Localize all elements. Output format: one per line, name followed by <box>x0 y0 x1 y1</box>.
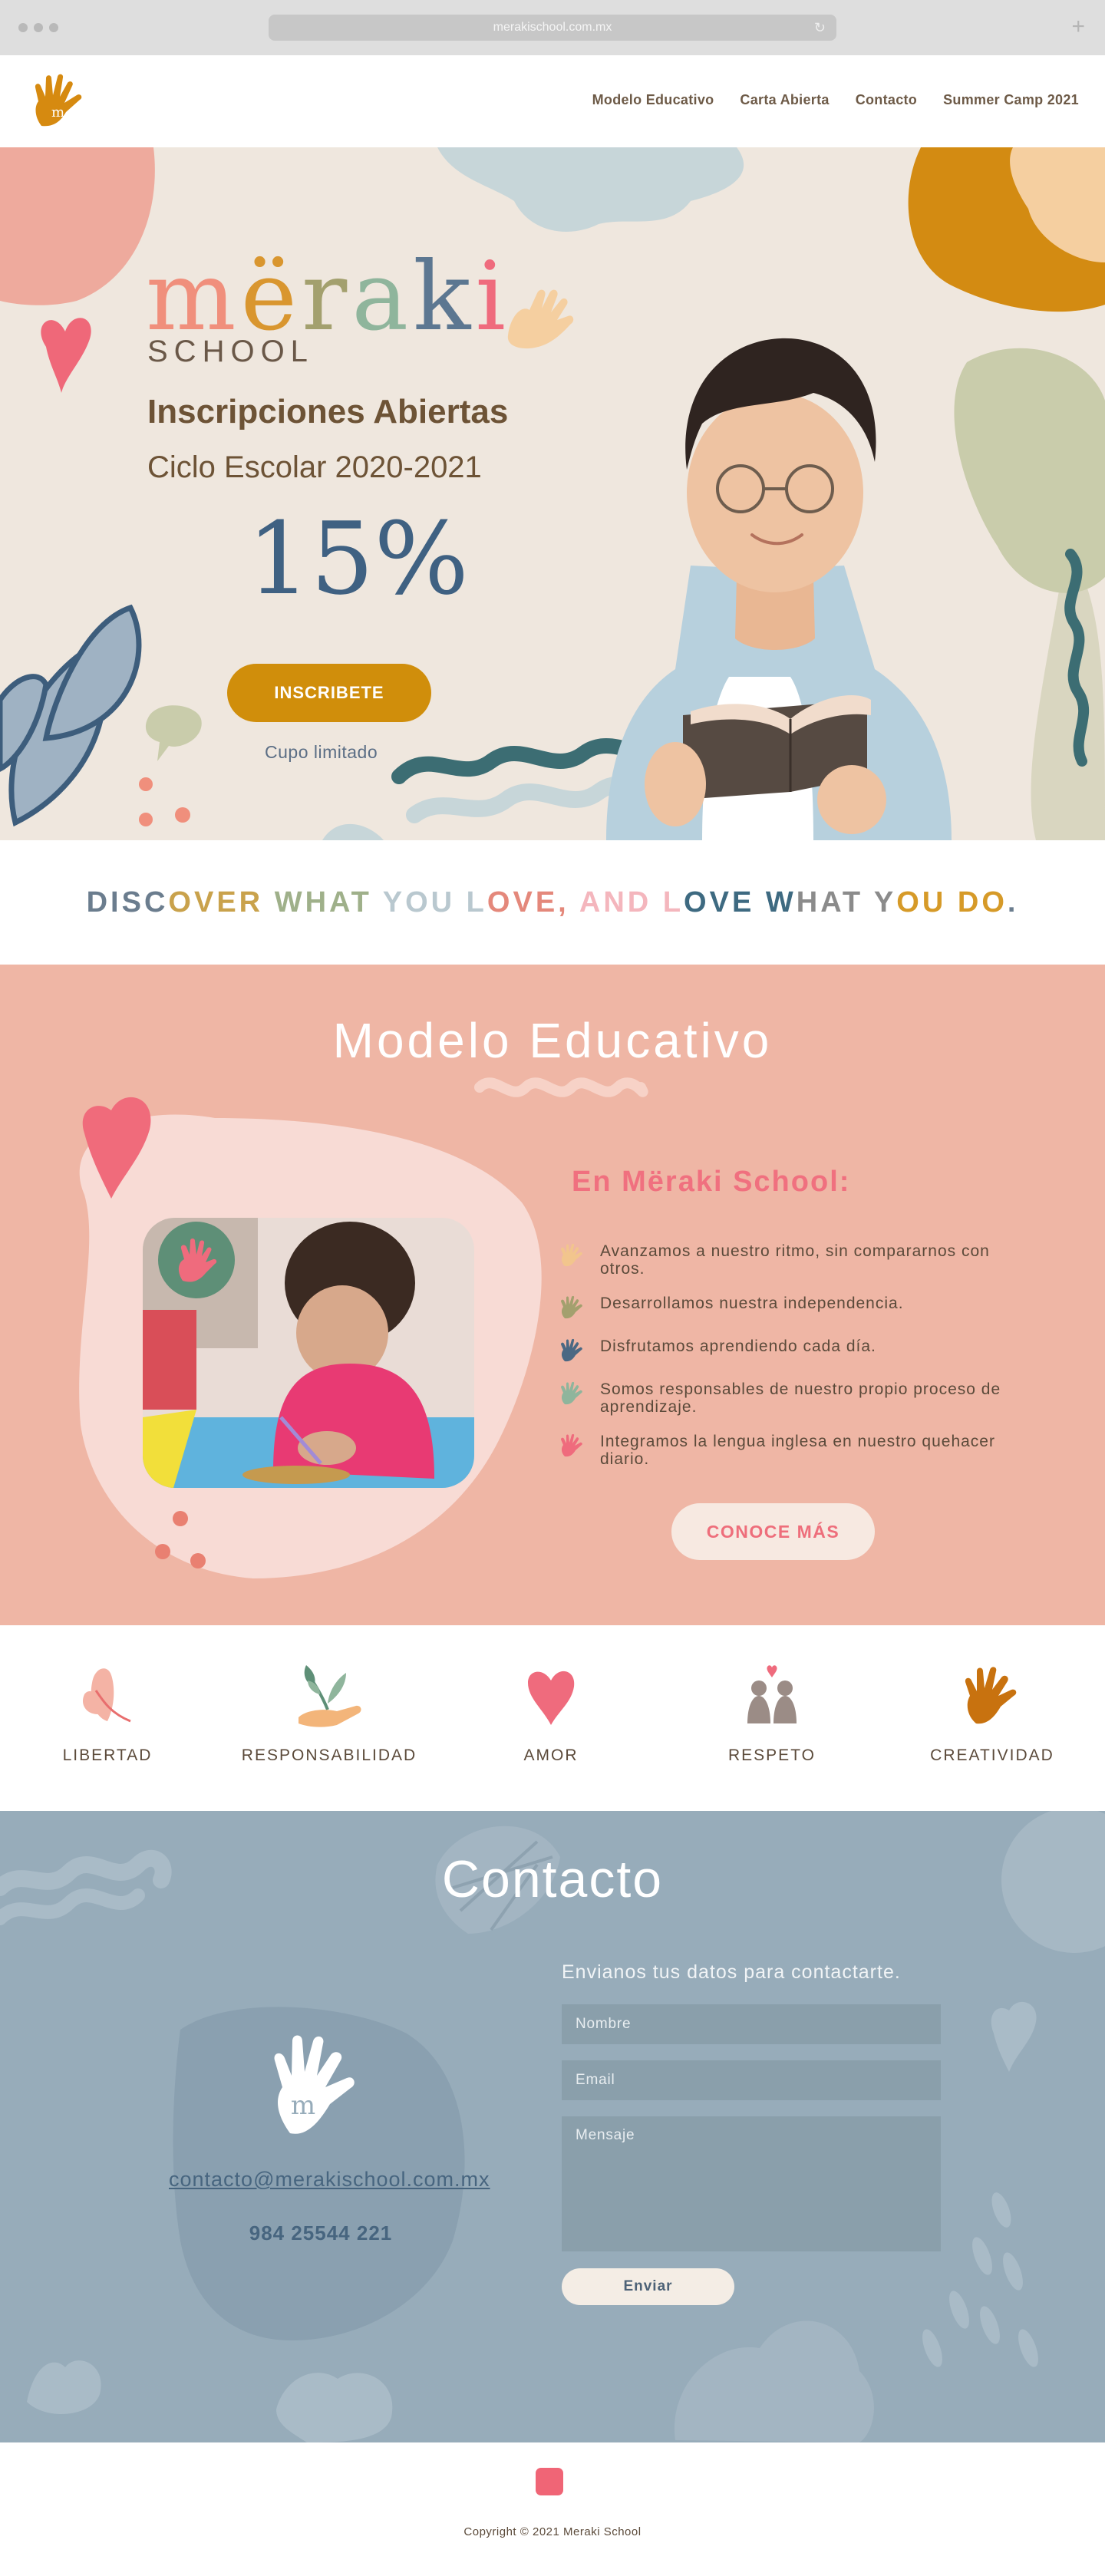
email-field[interactable] <box>562 2060 941 2100</box>
value-amor: AMOR <box>451 1656 651 1765</box>
hero-title: Inscripciones Abiertas <box>147 393 509 430</box>
plant-hand-icon <box>299 1665 361 1727</box>
name-field[interactable] <box>562 2004 941 2044</box>
brand-letter: k <box>413 242 476 352</box>
hero-section: mëraki SCHOOL Inscripciones Abiertas Cic… <box>0 147 1105 840</box>
hand-icon <box>561 1295 582 1319</box>
copyright-text: Copyright © 2021 Meraki School <box>463 2525 642 2538</box>
reload-icon[interactable]: ↻ <box>814 19 826 36</box>
instagram-icon[interactable] <box>536 2468 563 2495</box>
list-item: Disfrutamos aprendiendo cada día. <box>559 1337 1019 1364</box>
main-menu: Modelo Educativo Carta Abierta Contacto … <box>592 92 1079 108</box>
value-responsabilidad: RESPONSABILIDAD <box>229 1656 429 1765</box>
hand-icon <box>965 1667 1017 1724</box>
principles-list: Avanzamos a nuestro ritmo, sin compararn… <box>559 1242 1019 1485</box>
value-label: RESPETO <box>728 1746 816 1764</box>
meraki-wordmark: mëraki <box>146 247 510 347</box>
school-wordmark: SCHOOL <box>147 335 314 368</box>
nav-summer-camp[interactable]: Summer Camp 2021 <box>943 92 1079 108</box>
brand-letter: i <box>475 242 511 352</box>
list-item-text: Avanzamos a nuestro ritmo, sin compararn… <box>600 1242 990 1278</box>
send-button[interactable]: Enviar <box>562 2268 734 2305</box>
list-item: Somos responsables de nuestro propio pro… <box>559 1380 1019 1416</box>
svg-text:m: m <box>291 2090 315 2121</box>
limited-spots-text: Cupo limitado <box>265 742 378 762</box>
value-respeto: RESPETO <box>672 1656 872 1765</box>
inscribete-button[interactable]: INSCRIBETE <box>227 664 431 722</box>
list-item-text: Disfrutamos aprendiendo cada día. <box>600 1337 876 1355</box>
list-item-text: Somos responsables de nuestro propio pro… <box>600 1380 1001 1416</box>
list-item-text: Desarrollamos nuestra independencia. <box>600 1295 904 1312</box>
svg-text:m: m <box>51 104 64 120</box>
window-controls[interactable] <box>18 23 58 32</box>
nav-carta-abierta[interactable]: Carta Abierta <box>740 92 829 108</box>
brand-letter: r <box>301 242 352 352</box>
couple-icon <box>747 1665 797 1723</box>
contact-email-link[interactable]: contacto@merakischool.com.mx <box>169 2168 490 2192</box>
value-libertad: LIBERTAD <box>8 1656 207 1765</box>
conoce-mas-button[interactable]: CONOCE MÁS <box>671 1503 875 1560</box>
boy-illustration <box>606 338 952 840</box>
motto-banner: DISCOVER WHAT YOU LOVE, AND LOVE WHAT YO… <box>0 840 1105 965</box>
value-label: LIBERTAD <box>62 1746 153 1764</box>
site-footer: Copyright © 2021 Meraki School <box>0 2442 1105 2576</box>
hand-icon <box>561 1381 582 1405</box>
contact-phone[interactable]: 984 25544 221 <box>0 2221 642 2245</box>
hand-icon <box>561 1243 582 1267</box>
nav-contacto[interactable]: Contacto <box>856 92 917 108</box>
value-label: CREATIVIDAD <box>930 1746 1054 1764</box>
new-tab-icon[interactable]: + <box>1071 14 1085 40</box>
heart-icon <box>528 1671 575 1725</box>
values-section: LIBERTAD RESPONSABILIDAD AMOR RESPETO CR… <box>0 1625 1105 1811</box>
modelo-educativo-section: Modelo Educativo En Mëraki School: Avanz… <box>0 965 1105 1625</box>
contacto-section: Contacto m contacto@merakischool.com.mx … <box>0 1811 1105 2442</box>
list-item: Desarrollamos nuestra independencia. <box>559 1295 1019 1321</box>
message-field[interactable] <box>562 2116 941 2251</box>
url-text: merakischool.com.mx <box>493 21 612 34</box>
list-item: Integramos la lengua inglesa en nuestro … <box>559 1433 1019 1468</box>
value-label: AMOR <box>523 1746 579 1764</box>
form-title: Envianos tus datos para contactarte. <box>562 1961 901 1983</box>
list-item-text: Integramos la lengua inglesa en nuestro … <box>600 1433 995 1468</box>
classroom-photo <box>143 1218 474 1488</box>
hand-icon <box>561 1338 582 1362</box>
hero-subtitle: Ciclo Escolar 2020-2021 <box>147 450 482 484</box>
list-item: Avanzamos a nuestro ritmo, sin compararn… <box>559 1242 1019 1278</box>
meraki-logo[interactable]: m <box>31 72 89 130</box>
nav-modelo-educativo[interactable]: Modelo Educativo <box>592 92 714 108</box>
browser-chrome: merakischool.com.mx ↻ + <box>0 0 1105 55</box>
motto-text: DISCOVER WHAT YOU LOVE, AND LOVE WHAT YO… <box>86 886 1019 919</box>
value-label: RESPONSABILIDAD <box>241 1746 417 1764</box>
hand-icon <box>561 1433 582 1457</box>
butterfly-icon <box>82 1668 131 1723</box>
brand-letter: a <box>351 242 414 352</box>
address-bar[interactable]: merakischool.com.mx ↻ <box>269 15 836 41</box>
brand-letter: ë <box>240 242 302 352</box>
section-title: Modelo Educativo <box>332 1013 773 1068</box>
site-header: m Modelo Educativo Carta Abierta Contact… <box>0 55 1105 147</box>
discount-value: 15% <box>247 500 469 617</box>
brand-letter: m <box>146 242 241 352</box>
modelo-subtitle: En Mëraki School: <box>572 1166 851 1198</box>
value-creatividad: CREATIVIDAD <box>892 1656 1092 1765</box>
